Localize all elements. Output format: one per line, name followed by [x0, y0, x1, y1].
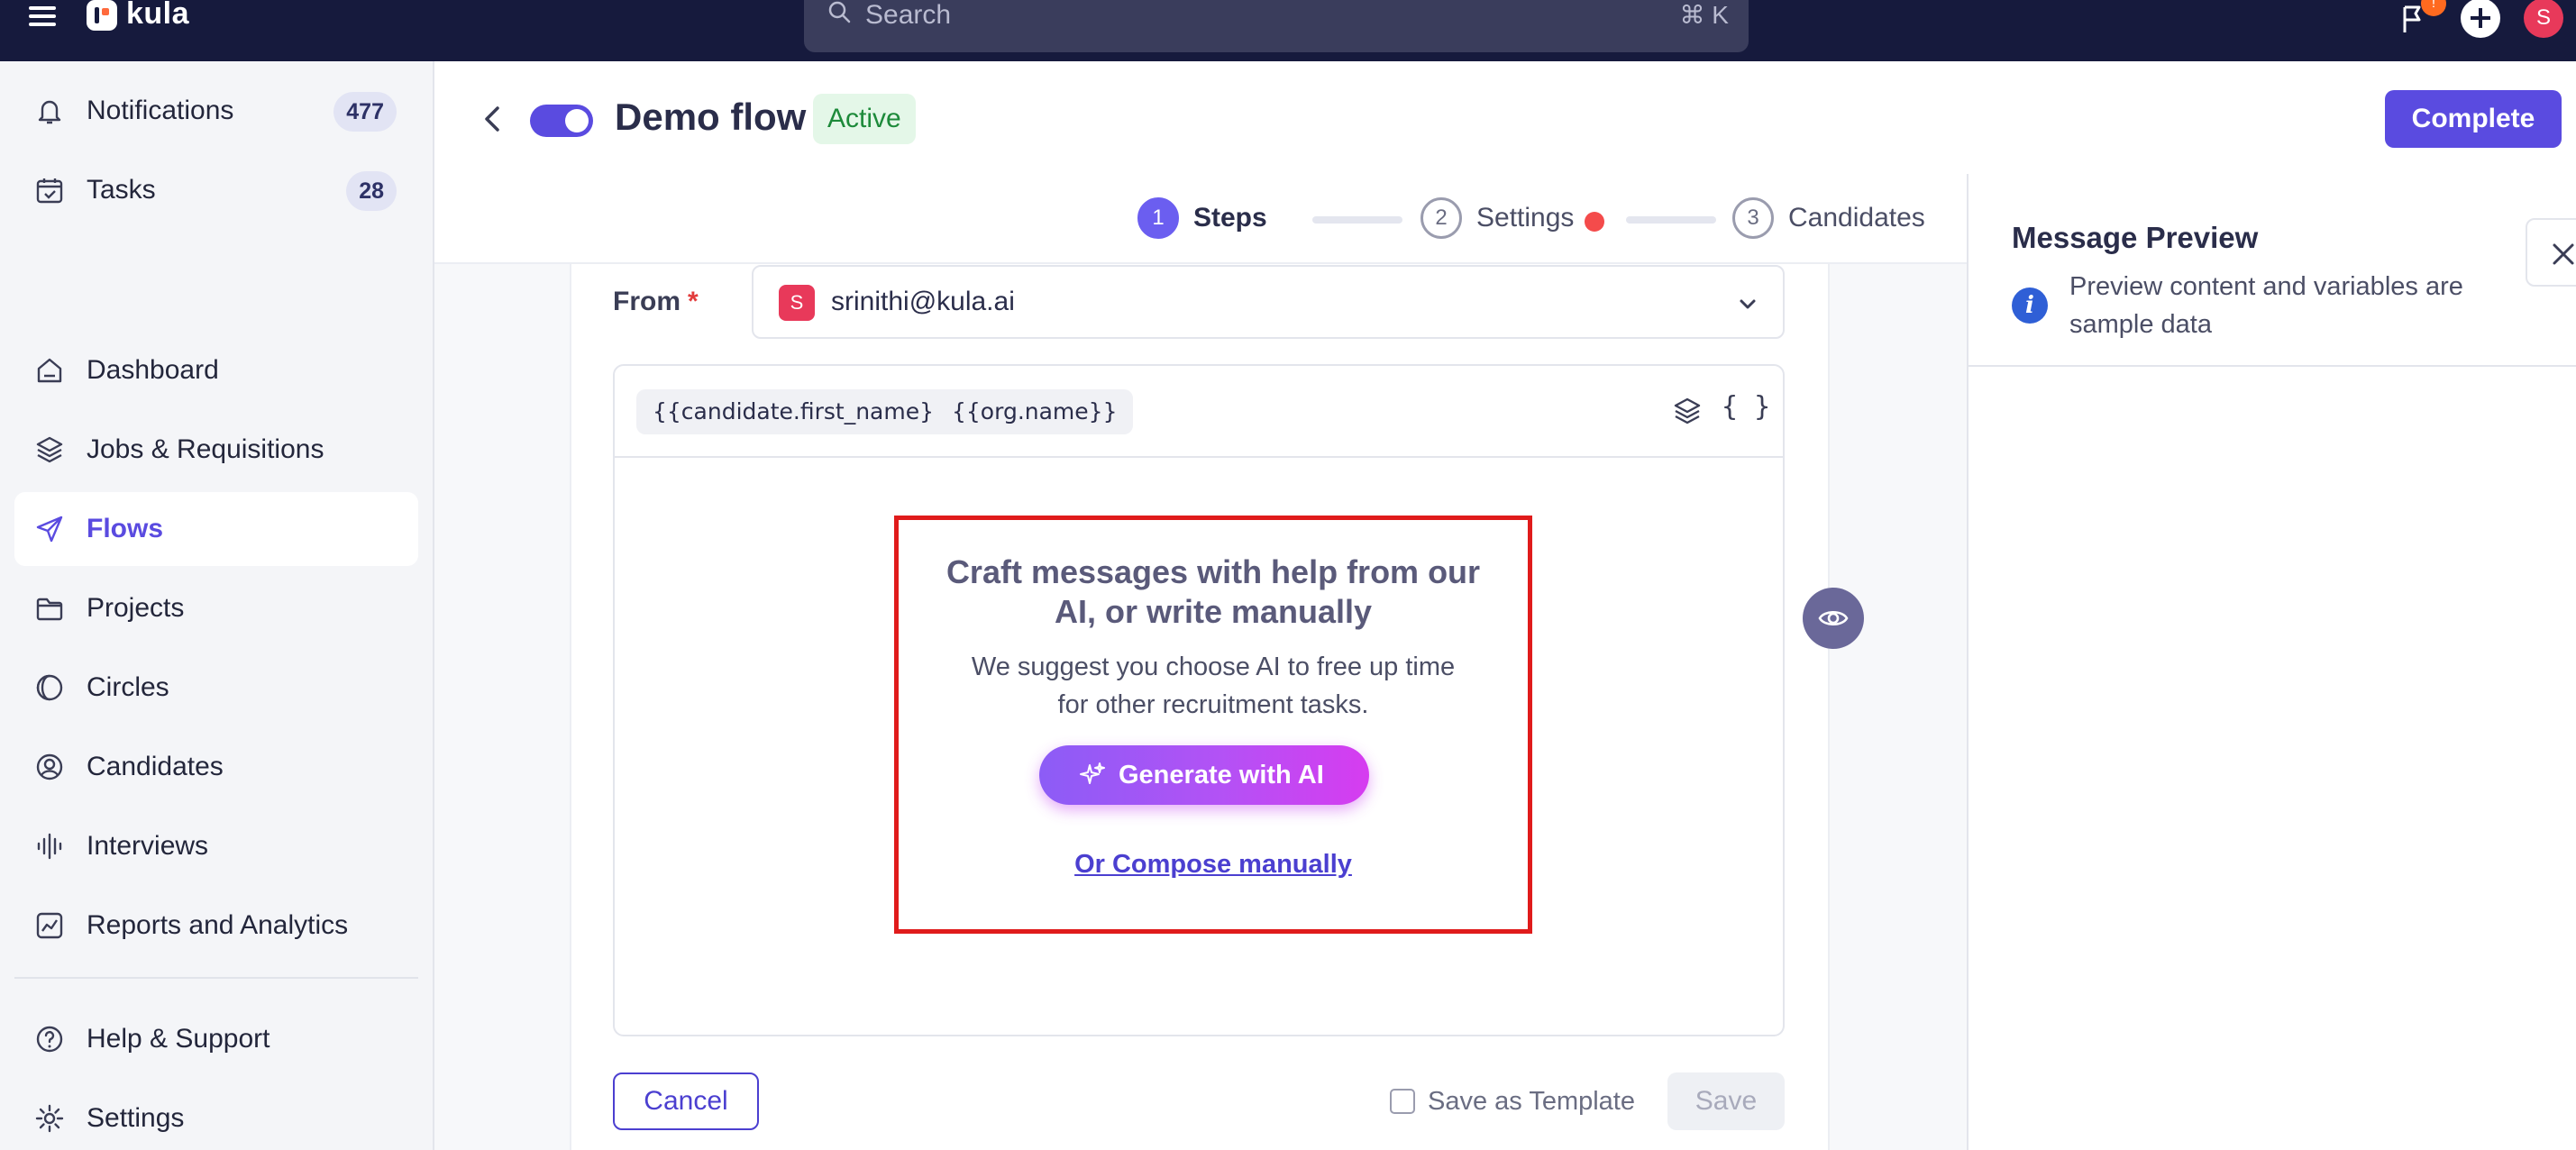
- sidebar-item-interviews[interactable]: Interviews: [14, 809, 418, 883]
- chart-icon: [36, 912, 63, 939]
- ai-compose-prompt: Craft messages with help from our AI, or…: [894, 516, 1532, 934]
- sidebar-item-label: Notifications: [87, 96, 234, 125]
- variable-chip-org-name[interactable]: {{org.name}}: [936, 389, 1134, 434]
- brand-name: kula: [126, 0, 190, 31]
- sidebar-item-label: Circles: [87, 672, 169, 702]
- eye-icon: [1818, 610, 1849, 626]
- close-preview-button[interactable]: [2526, 218, 2576, 287]
- sidebar-item-flows[interactable]: Flows: [14, 492, 418, 566]
- notifications-count-badge: 477: [333, 92, 397, 132]
- editor-toolbar: {{candidate.first_name}} {{org.name}} { …: [615, 366, 1783, 458]
- user-avatar[interactable]: S: [2524, 0, 2563, 38]
- sidebar-item-label: Tasks: [87, 175, 156, 205]
- flow-header: Demo flow Active: [434, 61, 2576, 174]
- status-badge: Active: [813, 94, 916, 144]
- search-shortcut: ⌘ K: [1679, 1, 1729, 29]
- generate-with-ai-label: Generate with AI: [1119, 761, 1324, 789]
- sidebar-item-help-support[interactable]: Help & Support: [14, 1002, 418, 1076]
- message-preview-panel: Message Preview i Preview content and va…: [1967, 174, 2576, 1150]
- search-bar[interactable]: Search ⌘ K: [804, 0, 1749, 52]
- home-icon: [37, 358, 62, 383]
- sidebar-item-settings[interactable]: Settings: [14, 1082, 418, 1150]
- page-title: Demo flow: [615, 96, 807, 138]
- cancel-button[interactable]: Cancel: [613, 1072, 759, 1130]
- chevron-left-icon[interactable]: [480, 101, 507, 137]
- sidebar-item-label: Flows: [87, 514, 164, 543]
- add-icon[interactable]: [2461, 0, 2500, 38]
- sidebar-item-label: Jobs & Requisitions: [87, 434, 324, 464]
- kula-logo-icon: [87, 0, 117, 31]
- stepper: 1 Steps 2 Settings 3 Candidates: [434, 174, 1967, 264]
- generate-with-ai-button[interactable]: Generate with AI: [1039, 745, 1369, 805]
- folder-icon: [36, 598, 63, 621]
- user-circle-icon: [36, 753, 63, 780]
- step-1-label[interactable]: Steps: [1193, 203, 1267, 233]
- sender-avatar: S: [779, 285, 815, 321]
- audio-wave-icon: [37, 833, 62, 860]
- sidebar-item-label: Candidates: [87, 752, 224, 781]
- chevron-down-icon: [1740, 299, 1756, 309]
- preview-header: Message Preview i Preview content and va…: [1969, 174, 2576, 367]
- sidebar-item-dashboard[interactable]: Dashboard: [14, 333, 418, 407]
- info-icon: i: [2012, 288, 2048, 324]
- flow-active-toggle[interactable]: [530, 105, 593, 137]
- sidebar-item-label: Projects: [87, 593, 185, 623]
- preview-note: Preview content and variables are sample…: [2069, 272, 2463, 339]
- sidebar-item-label: Interviews: [87, 831, 209, 861]
- save-as-template-checkbox[interactable]: [1390, 1089, 1415, 1114]
- from-select[interactable]: S srinithi@kula.ai: [752, 265, 1785, 339]
- sparkle-icon: [1080, 762, 1105, 784]
- sidebar-item-reports-analytics[interactable]: Reports and Analytics: [14, 889, 418, 963]
- sidebar-item-projects[interactable]: Projects: [14, 571, 418, 645]
- sidebar-item-label: Help & Support: [87, 1024, 270, 1054]
- save-as-template-label[interactable]: Save as Template: [1428, 1087, 1635, 1117]
- step-3-number[interactable]: 3: [1732, 197, 1774, 239]
- compose-manually-link[interactable]: Or Compose manually: [899, 850, 1528, 880]
- layers-icon[interactable]: [1671, 395, 1704, 427]
- sidebar-item-notifications[interactable]: Notifications 477: [14, 74, 418, 148]
- from-label: From *: [613, 287, 699, 316]
- step-3-label[interactable]: Candidates: [1788, 203, 1925, 233]
- calendar-check-icon: [36, 178, 63, 204]
- question-circle-icon: [36, 1026, 63, 1053]
- sidebar-item-candidates[interactable]: Candidates: [14, 730, 418, 804]
- sidebar-item-label: Dashboard: [87, 355, 219, 385]
- variables-braces-icon[interactable]: { }: [1722, 391, 1770, 423]
- step-connector: [1312, 216, 1402, 224]
- settings-alert-dot: [1585, 212, 1604, 232]
- toggle-preview-button[interactable]: [1803, 588, 1864, 649]
- top-bar: kula Search ⌘ K ! S: [0, 0, 2576, 61]
- preview-title: Message Preview: [2012, 221, 2259, 254]
- bell-icon: [38, 100, 61, 124]
- sidebar-item-label: Reports and Analytics: [87, 910, 349, 940]
- circle-half-icon: [36, 674, 63, 701]
- search-placeholder: Search: [865, 0, 952, 30]
- from-value: srinithi@kula.ai: [831, 287, 1015, 316]
- sidebar-divider: [14, 977, 418, 979]
- sidebar-item-tasks[interactable]: Tasks 28: [14, 153, 418, 227]
- sidebar-item-jobs-requisitions[interactable]: Jobs & Requisitions: [14, 413, 418, 487]
- tasks-count-badge: 28: [346, 171, 397, 211]
- menu-icon[interactable]: [29, 2, 63, 29]
- step-2-number[interactable]: 2: [1420, 197, 1462, 239]
- save-button[interactable]: Save: [1667, 1072, 1785, 1130]
- step-connector: [1626, 216, 1716, 224]
- gear-icon: [35, 1104, 64, 1133]
- complete-button[interactable]: Complete: [2385, 90, 2562, 148]
- send-icon: [36, 516, 63, 543]
- step-2-label[interactable]: Settings: [1476, 203, 1574, 233]
- variable-chip-candidate-first-name[interactable]: {{candidate.first_name}}: [636, 389, 964, 434]
- layers-icon: [36, 436, 63, 463]
- sidebar: Notifications 477 Tasks 28 Dashboard Job…: [0, 61, 434, 1150]
- ai-prompt-subtitle: We suggest you choose AI to free up time…: [971, 653, 1456, 719]
- search-icon: [828, 1, 851, 23]
- sidebar-item-circles[interactable]: Circles: [14, 651, 418, 725]
- close-icon: [2553, 243, 2574, 265]
- sidebar-item-label: Settings: [87, 1103, 185, 1133]
- step-1-number[interactable]: 1: [1137, 197, 1179, 239]
- ai-prompt-title: Craft messages with help from our AI, or…: [945, 553, 1481, 630]
